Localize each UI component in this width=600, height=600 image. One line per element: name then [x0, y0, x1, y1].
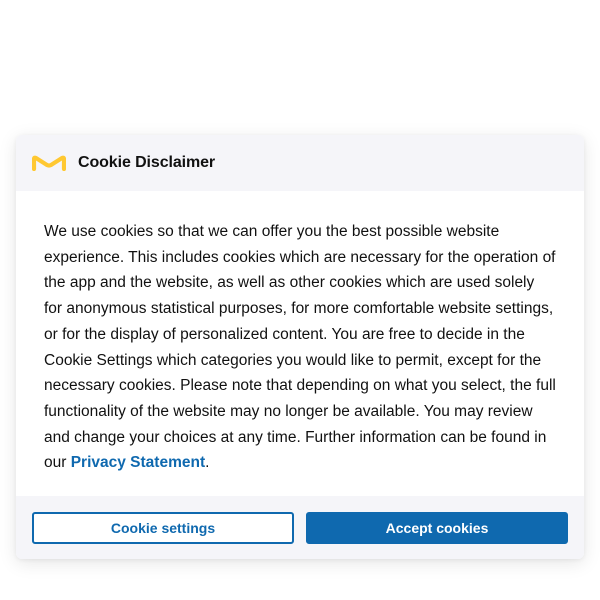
cookie-disclaimer-dialog: Cookie Disclaimer We use cookies so that… — [16, 135, 584, 559]
dialog-footer: Cookie settings Accept cookies — [16, 496, 584, 559]
disclaimer-text: We use cookies so that we can offer you … — [44, 219, 556, 476]
accept-cookies-button[interactable]: Accept cookies — [306, 511, 568, 544]
dialog-header: Cookie Disclaimer — [16, 135, 584, 191]
dialog-body: We use cookies so that we can offer you … — [16, 191, 584, 496]
cookie-settings-button[interactable]: Cookie settings — [32, 511, 294, 544]
merck-m-logo-icon — [32, 155, 66, 171]
page: Cookie Disclaimer We use cookies so that… — [0, 0, 600, 600]
disclaimer-body-text: We use cookies so that we can offer you … — [44, 223, 556, 472]
disclaimer-body-end: . — [205, 454, 210, 472]
privacy-statement-link[interactable]: Privacy Statement — [71, 454, 205, 471]
dialog-title: Cookie Disclaimer — [78, 154, 216, 171]
